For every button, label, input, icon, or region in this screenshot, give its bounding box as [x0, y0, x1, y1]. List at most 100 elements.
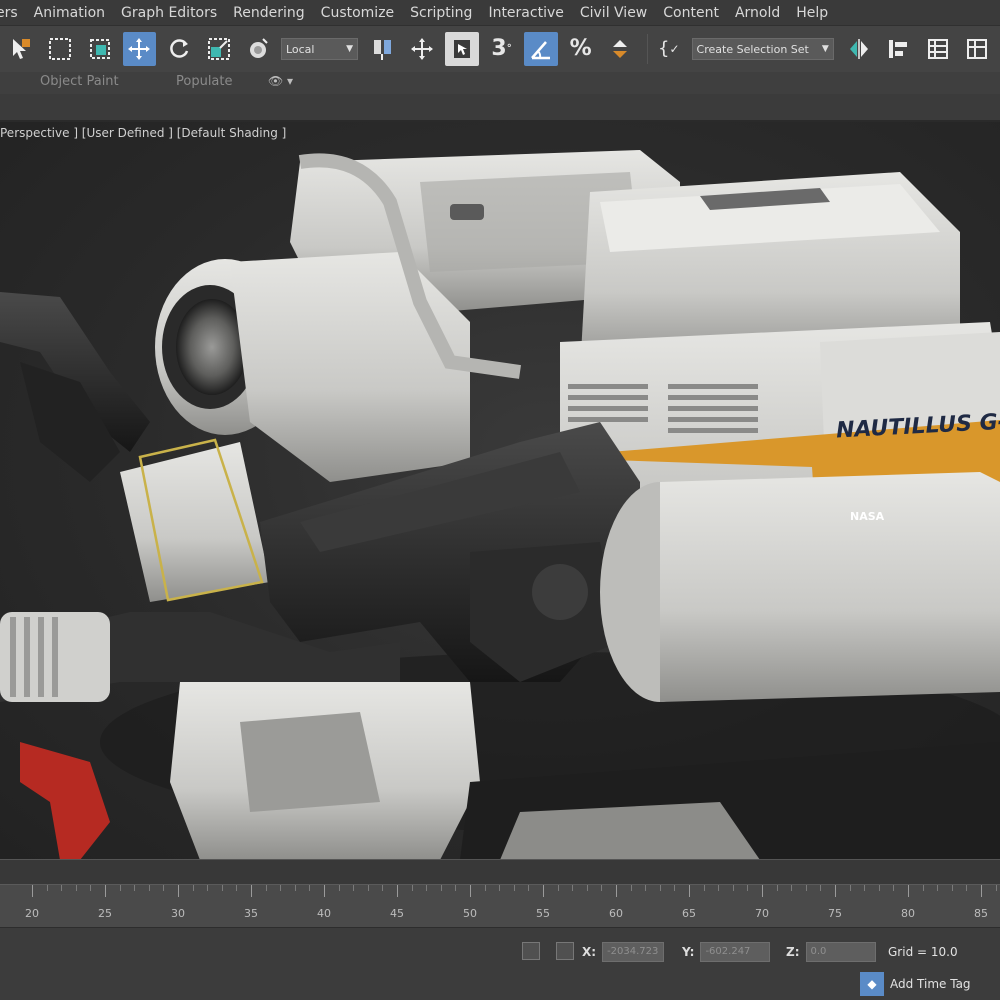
timeline-minor-tick — [937, 885, 939, 891]
timeline-minor-tick — [221, 885, 223, 891]
named-selection-icon[interactable]: {✓ — [652, 32, 686, 66]
lock-selection-icon[interactable] — [522, 942, 540, 960]
timeline-minor-tick — [776, 885, 778, 891]
timeline-major-tick — [397, 885, 398, 897]
timeline-minor-tick — [207, 885, 209, 891]
selection-set-value: Create Selection Set — [696, 42, 809, 56]
select-region-icon[interactable] — [44, 32, 78, 66]
timeline-tick-label: 65 — [682, 907, 696, 920]
mirror-icon[interactable] — [842, 32, 876, 66]
perspective-viewport[interactable]: Perspective ] [User Defined ] [Default S… — [0, 122, 1000, 860]
menu-item-civil-view[interactable]: Civil View — [572, 5, 655, 21]
scene-explorer-icon[interactable] — [961, 32, 995, 66]
viewport-label[interactable]: Perspective ] [User Defined ] [Default S… — [0, 126, 286, 140]
menu-item-modifiers[interactable]: ers — [0, 5, 26, 21]
chevron-down-icon: ▼ — [346, 44, 354, 54]
move-icon[interactable] — [122, 32, 157, 66]
timeline-minor-tick — [951, 885, 953, 891]
x-field[interactable]: -2034.723 — [602, 942, 665, 962]
menu-item-rendering[interactable]: Rendering — [225, 5, 313, 21]
timeline-minor-tick — [90, 885, 92, 891]
timeline-major-tick — [32, 885, 33, 897]
absolute-mode-icon[interactable] — [556, 942, 574, 960]
snap-3d-icon[interactable]: 3 ° — [485, 32, 519, 66]
scale-icon[interactable] — [202, 32, 236, 66]
layer-explorer-icon[interactable] — [921, 32, 955, 66]
ribbon-tab-object-paint[interactable]: Object Paint — [40, 74, 119, 89]
rotate-icon[interactable] — [162, 32, 196, 66]
align-icon[interactable] — [881, 32, 915, 66]
timeline-major-tick — [178, 885, 179, 897]
timeline-minor-tick — [484, 885, 486, 891]
ribbon-tab-populate[interactable]: Populate — [176, 74, 233, 89]
timeline-minor-tick — [338, 885, 340, 891]
timeline-minor-tick — [878, 885, 880, 891]
timeline-tick-label: 25 — [98, 907, 112, 920]
add-time-tag-button[interactable]: ◆ Add Time Tag — [860, 972, 971, 996]
timeline-minor-tick — [440, 885, 442, 891]
timeline-minor-tick — [849, 885, 851, 891]
pivot-icon[interactable] — [366, 32, 400, 66]
z-field[interactable]: 0.0 — [805, 942, 876, 962]
menu-item-help[interactable]: Help — [788, 5, 836, 21]
timeline-minor-tick — [236, 885, 238, 891]
menu-item-content[interactable]: Content — [655, 5, 727, 21]
timeline-minor-tick — [192, 885, 194, 891]
timeline-tick-label: 50 — [463, 907, 477, 920]
timeline-minor-tick — [367, 885, 369, 891]
timeline-minor-tick — [586, 885, 588, 891]
timeline-minor-tick — [148, 885, 150, 891]
menu-item-interactive[interactable]: Interactive — [480, 5, 571, 21]
time-slider[interactable]: 20 25 30 35 40 45 50 55 60 65 70 75 80 85 — [0, 884, 1000, 928]
timeline-minor-tick — [265, 885, 267, 891]
timeline-minor-tick — [864, 885, 866, 891]
y-field[interactable]: -602.247 — [700, 942, 771, 962]
timeline-tick-label: 60 — [609, 907, 623, 920]
eye-icon[interactable]: 👁 ▾ — [268, 74, 293, 88]
timeline-minor-tick — [645, 885, 647, 891]
keyboard-shortcut-icon[interactable] — [445, 32, 479, 66]
timeline-major-tick — [543, 885, 544, 897]
timeline-minor-tick — [163, 885, 165, 891]
timeline-minor-tick — [280, 885, 282, 891]
menu-item-arnold[interactable]: Arnold — [727, 5, 788, 21]
selection-set-dropdown[interactable]: Create Selection Set ▼ — [691, 38, 834, 60]
timeline-tick-label: 20 — [25, 907, 39, 920]
timeline-minor-tick — [966, 885, 968, 891]
placement-icon[interactable] — [241, 32, 275, 66]
percent-snap-icon[interactable]: % — [564, 32, 598, 66]
timeline-minor-tick — [922, 885, 924, 891]
trackbar[interactable] — [0, 860, 1000, 884]
timeline-minor-tick — [61, 885, 63, 891]
window-crossing-icon[interactable] — [83, 32, 117, 66]
timeline-major-tick — [105, 885, 106, 897]
timeline-tick-label: 85 — [974, 907, 988, 920]
select-object-icon[interactable] — [4, 32, 38, 66]
timeline-tick-label: 45 — [390, 907, 404, 920]
menu-item-graph-editors[interactable]: Graph Editors — [113, 5, 225, 21]
timeline-tick-label: 40 — [317, 907, 331, 920]
timeline-minor-tick — [630, 885, 632, 891]
timeline-minor-tick — [732, 885, 734, 891]
timeline-major-tick — [908, 885, 909, 897]
timeline-tick-label: 55 — [536, 907, 550, 920]
coord-system-dropdown[interactable]: Local ▼ — [280, 38, 359, 60]
x-coordinate: X: -2034.723 — [582, 942, 665, 962]
menu-item-animation[interactable]: Animation — [26, 5, 113, 21]
spinner-snap-icon[interactable] — [603, 32, 637, 66]
time-tag-icon: ◆ — [860, 972, 884, 996]
model-agency-text: NASA — [850, 510, 885, 523]
timeline-tick-label: 35 — [244, 907, 258, 920]
menu-item-scripting[interactable]: Scripting — [402, 5, 480, 21]
timeline-minor-tick — [134, 885, 136, 891]
y-coordinate: Y: -602.247 — [682, 942, 771, 962]
angle-snap-icon[interactable] — [524, 32, 558, 66]
timeline-major-tick — [981, 885, 982, 897]
robot-model-render — [0, 150, 1000, 859]
timeline-minor-tick — [791, 885, 793, 891]
select-manipulate-icon[interactable] — [406, 32, 440, 66]
timeline-minor-tick — [703, 885, 705, 891]
timeline-minor-tick — [75, 885, 77, 891]
timeline-minor-tick — [659, 885, 661, 891]
menu-item-customize[interactable]: Customize — [313, 5, 403, 21]
